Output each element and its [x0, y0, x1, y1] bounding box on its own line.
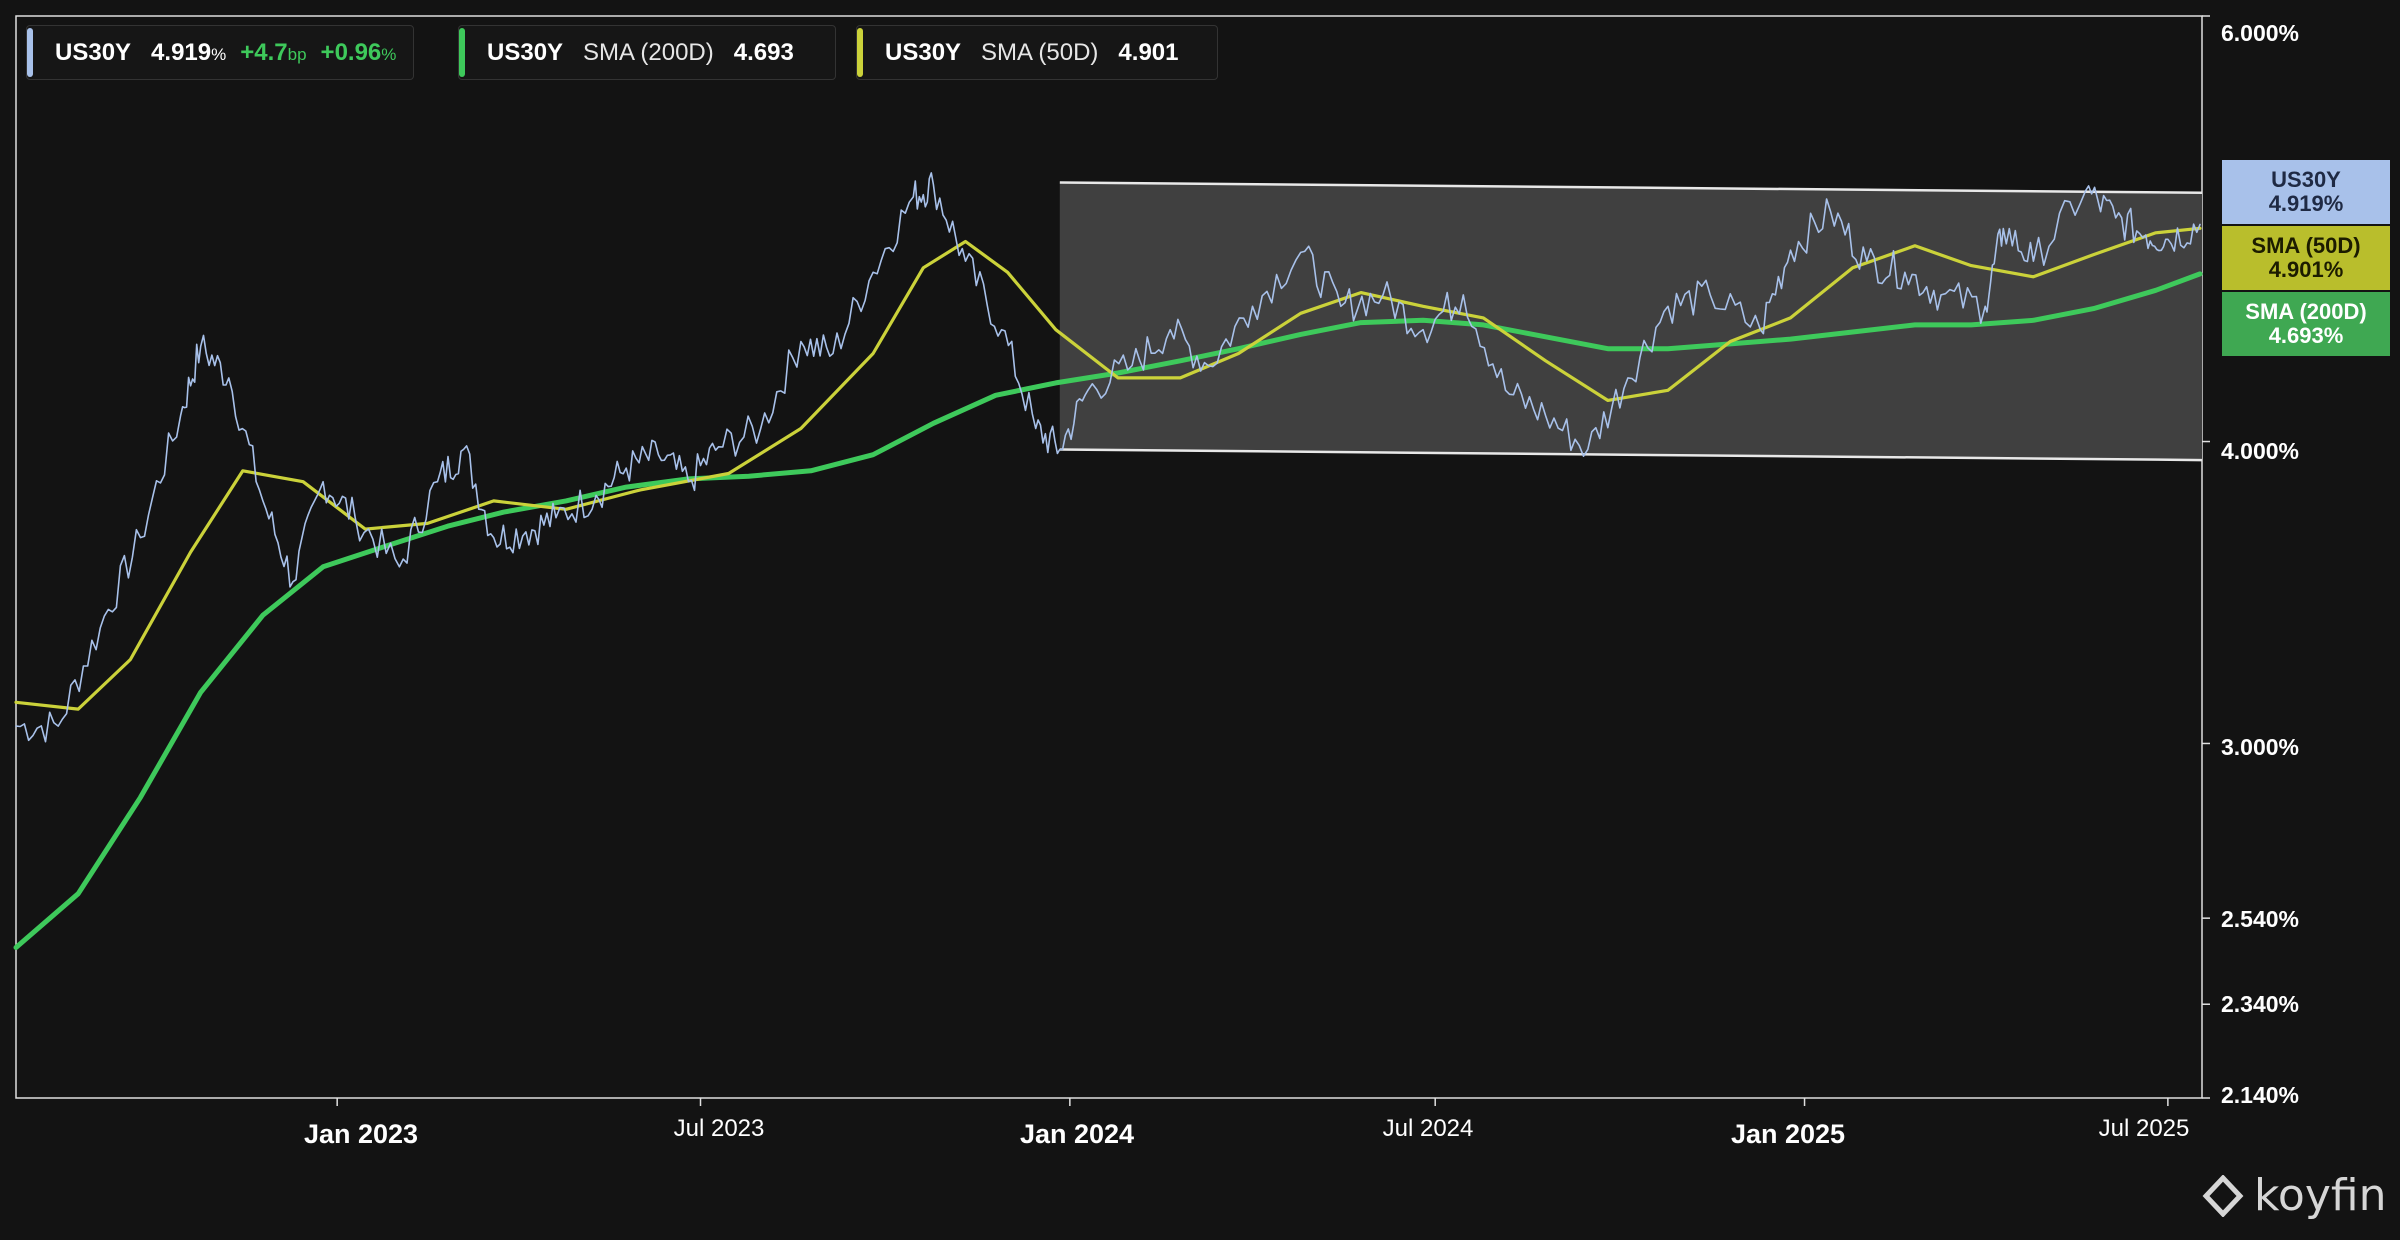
legend-change-pct: +0.96%: [320, 38, 397, 66]
price-tag-value: 4.693%: [2268, 323, 2344, 348]
legend-change-bp: +4.7bp: [240, 38, 307, 66]
legend-label: SMA (50D): [981, 38, 1099, 66]
y-tick-label: 2.340%: [2221, 991, 2300, 1017]
price-tag-name: US30Y: [2271, 167, 2341, 192]
x-tick-label: Jan 2025: [1730, 1119, 1846, 1149]
legend-swatch-sma-50d: [857, 28, 863, 77]
y-tick-label: 3.000%: [2221, 734, 2300, 760]
price-tag-us30y: US30Y 4.919%: [2222, 160, 2390, 224]
price-tag-name: SMA (200D): [2245, 299, 2367, 324]
legend-us30y[interactable]: US30Y 4.919% +4.7bp +0.96%: [26, 25, 414, 80]
koyfin-logo[interactable]: koyfin: [2202, 1170, 2386, 1221]
plot-area[interactable]: [15, 15, 2203, 1099]
x-tick-label: Jul 2025: [2098, 1115, 2190, 1142]
brand-name: koyfin: [2254, 1170, 2387, 1221]
x-tick-label: Jan 2024: [1019, 1119, 1135, 1149]
legend-value: 4.919%: [151, 38, 227, 66]
y-tick-label: 2.540%: [2221, 906, 2300, 932]
y-tick-label: 2.140%: [2221, 1082, 2300, 1108]
x-tick-label: Jul 2024: [1382, 1115, 1474, 1142]
legend-sma-200d[interactable]: US30Y SMA (200D) 4.693: [458, 25, 836, 80]
chart[interactable]: [0, 0, 2400, 1240]
legend-label: SMA (200D): [583, 38, 714, 66]
legend-ticker: US30Y: [487, 38, 564, 66]
legend-ticker: US30Y: [55, 38, 132, 66]
legend-swatch-sma-200d: [459, 28, 465, 77]
x-tick-label: Jul 2023: [673, 1115, 765, 1142]
y-tick-label: 6.000%: [2221, 20, 2300, 46]
price-tag-value: 4.901%: [2268, 257, 2344, 282]
price-tag-sma-200d: SMA (200D) 4.693%: [2222, 292, 2390, 356]
legend-value: 4.693: [733, 38, 794, 66]
x-tick-label: Jan 2023: [303, 1119, 419, 1149]
legend-swatch-us30y: [27, 28, 33, 77]
price-tag-value: 4.919%: [2268, 191, 2344, 216]
price-tag-sma-50d: SMA (50D) 4.901%: [2222, 226, 2390, 290]
legend-ticker: US30Y: [885, 38, 962, 66]
legend-value: 4.901: [1118, 38, 1179, 66]
y-tick-label: 4.000%: [2221, 438, 2300, 464]
price-tag-name: SMA (50D): [2251, 233, 2361, 258]
legend-sma-50d[interactable]: US30Y SMA (50D) 4.901: [856, 25, 1218, 80]
koyfin-logo-icon: [2202, 1174, 2244, 1217]
